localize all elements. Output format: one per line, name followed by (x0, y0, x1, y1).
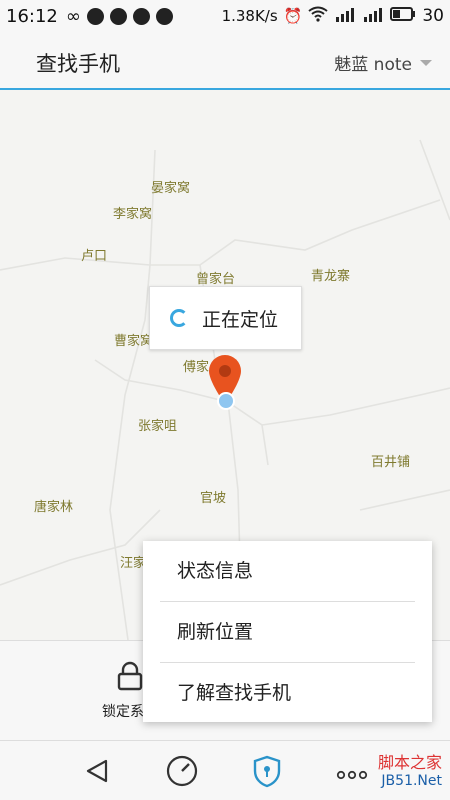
page-title: 查找手机 (36, 52, 120, 76)
gauge-icon (166, 755, 198, 787)
shield-icon (253, 755, 281, 788)
place-label: 百井铺 (371, 455, 411, 470)
device-selector[interactable]: 魅蓝 note (334, 50, 432, 75)
locating-text: 正在定位 (202, 308, 279, 331)
current-location-dot (217, 392, 235, 410)
place-label: 青龙寨 (311, 269, 351, 284)
back-icon (86, 759, 108, 783)
check-icon (132, 7, 150, 25)
net-speed: 1.38K/s (221, 7, 278, 25)
signal-3g-icon (334, 6, 356, 26)
infinity-icon: ∞ (65, 5, 81, 27)
place-label: 傅家 (183, 360, 210, 375)
status-right: 1.38K/s ⏰ 30 (218, 6, 444, 26)
app-bar: 查找手机 魅蓝 note (0, 32, 450, 90)
status-bar: 16:12 ∞ 1.38K/s ⏰ 30 (0, 0, 450, 32)
place-label: 张家咀 (138, 419, 178, 434)
place-label: 官坡 (200, 491, 227, 506)
speed-nav-button[interactable] (164, 753, 200, 789)
place-label: 曹家窝 (114, 334, 154, 349)
place-label: 唐家林 (34, 500, 74, 515)
watermark-line2: JB51.Net (381, 773, 442, 789)
signal-icon (362, 6, 384, 26)
device-name: 魅蓝 note (334, 55, 412, 75)
k-icon (109, 7, 127, 25)
place-label: 卢口 (81, 249, 108, 264)
battery-level: 30 (422, 6, 444, 26)
chevron-down-icon (420, 59, 432, 66)
more-nav-button[interactable] (334, 753, 370, 789)
watermark: 脚本之家 JB51.Net (378, 754, 442, 790)
message-icon (86, 7, 104, 25)
place-label: 晏家窝 (151, 181, 191, 196)
place-label: 李家窝 (113, 207, 153, 222)
watermark-line1: 脚本之家 (377, 753, 442, 772)
loading-spinner-icon (170, 309, 188, 327)
status-time: 16:12 (6, 5, 58, 27)
back-nav-button[interactable] (80, 753, 116, 789)
status-notification-icons: ∞ (66, 6, 173, 27)
locating-popup: 正在定位 (149, 286, 302, 350)
lock-icon (117, 661, 143, 691)
battery-icon (390, 7, 416, 25)
wifi-icon (308, 6, 328, 26)
place-label: 曾家台 (196, 272, 236, 287)
more-dots-icon (336, 770, 368, 780)
menu-item-about-find-phone[interactable]: 了解查找手机 (160, 663, 415, 723)
menu-item-refresh-location[interactable]: 刷新位置 (160, 602, 415, 663)
overflow-menu: 状态信息 刷新位置 了解查找手机 (143, 541, 432, 722)
menu-item-status-info[interactable]: 状态信息 (160, 541, 415, 602)
security-nav-button[interactable] (249, 753, 285, 789)
alarm-icon: ⏰ (283, 7, 303, 25)
qq-icon (155, 7, 173, 25)
